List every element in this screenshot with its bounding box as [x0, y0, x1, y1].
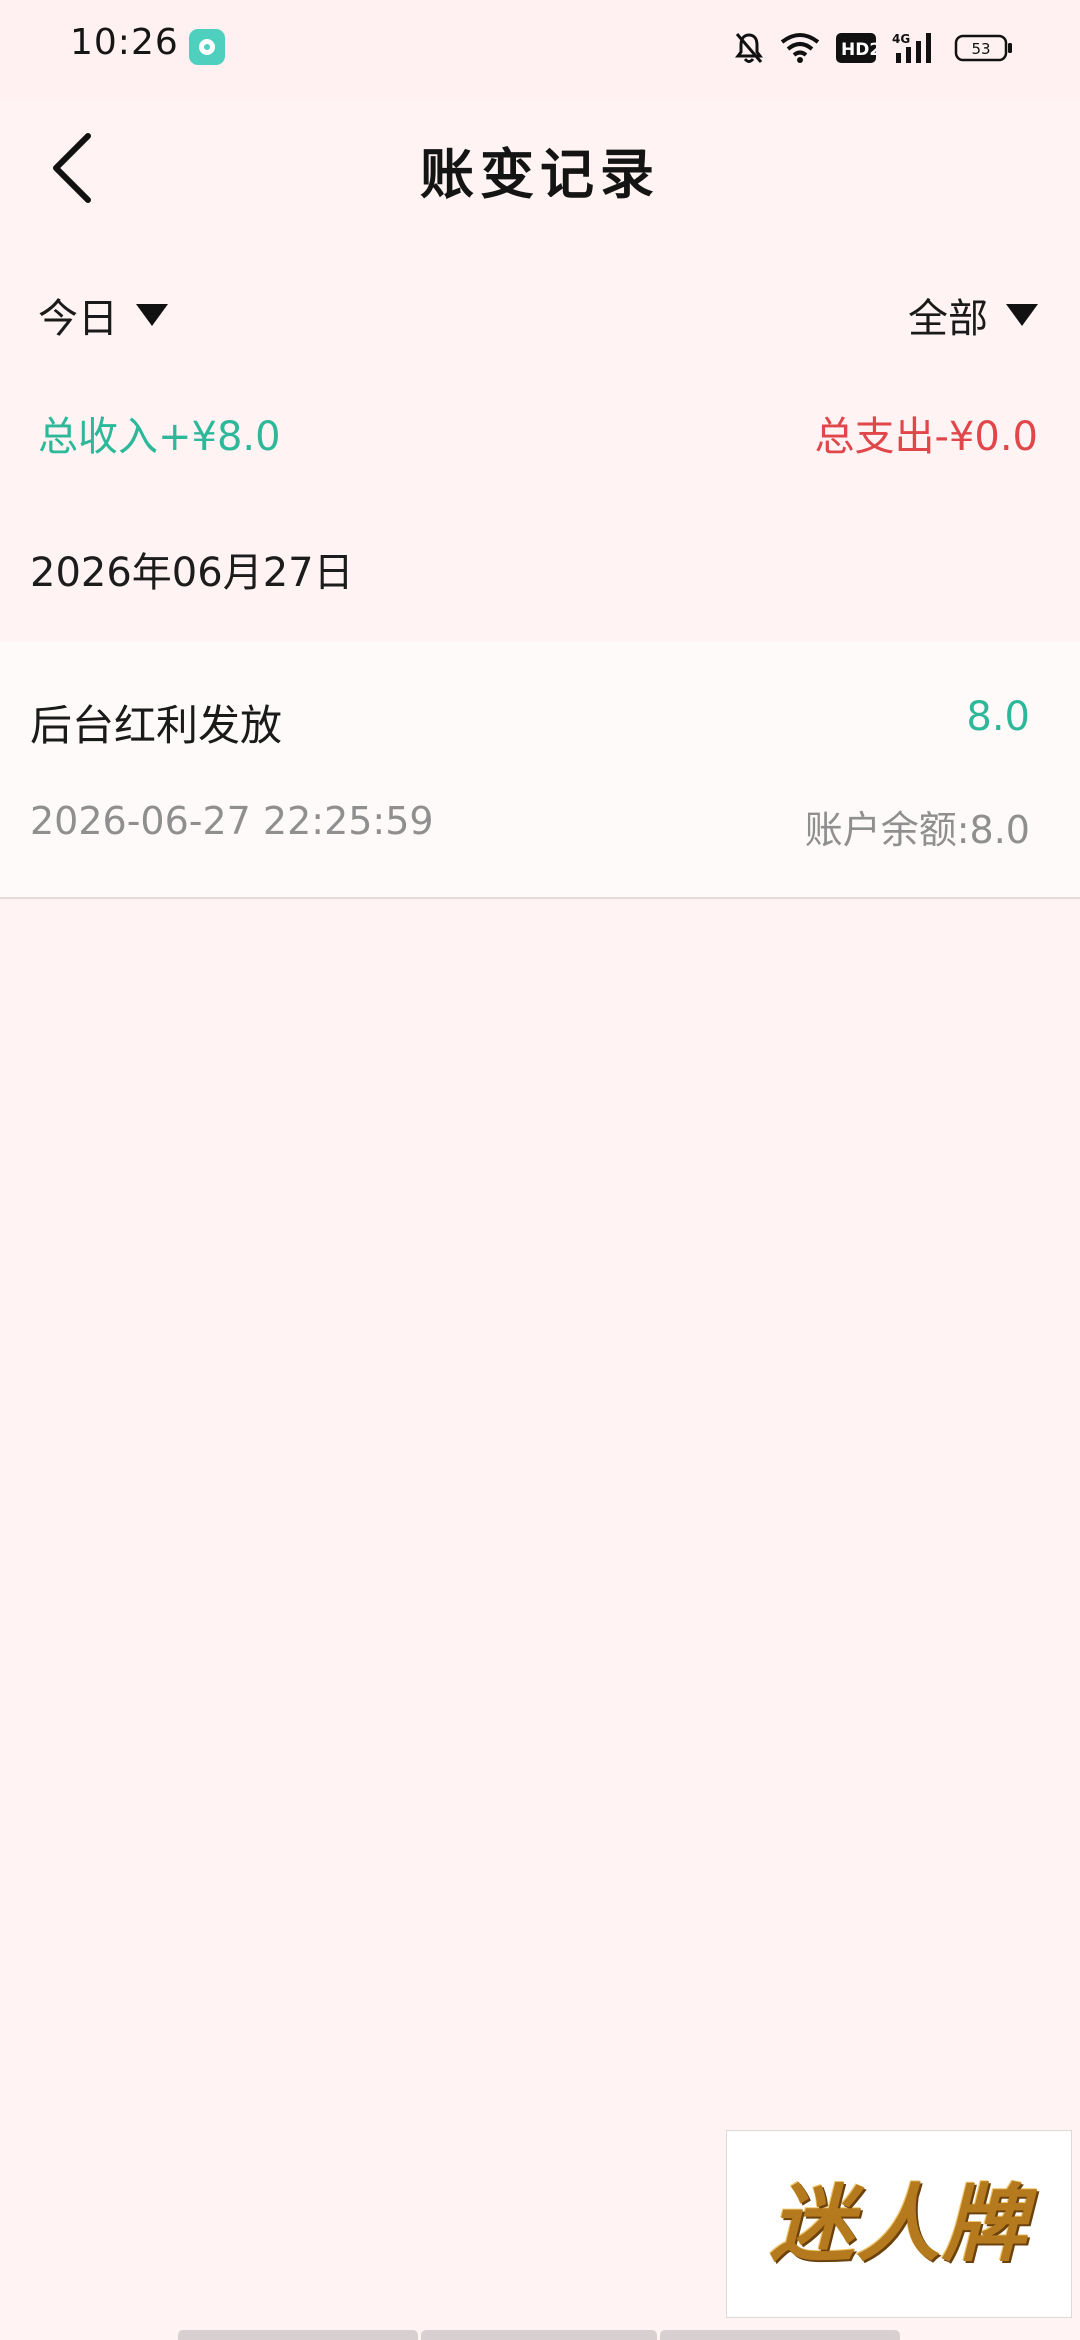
hd-badge-text: HD2 — [841, 40, 876, 60]
signal-icon: 4G — [892, 31, 938, 65]
type-filter-label: 全部 — [908, 296, 988, 342]
status-time: 10:26 — [70, 22, 179, 63]
battery-icon: 53 — [954, 33, 1014, 63]
hd-icon: HD2 — [836, 33, 876, 63]
wifi-icon — [780, 32, 820, 64]
transaction-amount: 8.0 — [966, 694, 1030, 740]
nav-indicator-segment — [178, 2330, 418, 2340]
page-title: 账变记录 — [420, 143, 660, 206]
status-bar: 10:26 HD2 4G 53 — [0, 0, 1080, 100]
transaction-time: 2026-06-27 22:25:59 — [30, 799, 434, 843]
network-label: 4G — [892, 32, 910, 46]
caret-down-icon — [1006, 304, 1038, 326]
transaction-title: 后台红利发放 — [30, 701, 283, 750]
period-filter-dropdown[interactable]: 今日 — [38, 285, 168, 345]
nav-indicator-segment — [421, 2330, 657, 2340]
total-expense: 总支出-¥0.0 — [814, 414, 1039, 460]
battery-level: 53 — [971, 40, 990, 58]
type-filter-dropdown[interactable]: 全部 — [908, 285, 1038, 345]
nav-indicator-segment — [660, 2330, 900, 2340]
brand-logo: 迷人牌 — [769, 2175, 1028, 2273]
account-balance: 账户余额:8.0 — [804, 808, 1030, 852]
status-icons: HD2 4G 53 — [734, 28, 1014, 68]
period-filter-label: 今日 — [38, 296, 118, 342]
total-income: 总收入+¥8.0 — [38, 414, 281, 460]
transaction-row[interactable]: 后台红利发放 8.0 2026-06-27 22:25:59 账户余额:8.0 — [0, 642, 1080, 899]
date-group-header: 2026年06月27日 — [30, 550, 354, 596]
app-notification-icon — [189, 29, 225, 65]
mute-bell-icon — [734, 31, 764, 65]
caret-down-icon — [136, 304, 168, 326]
brand-logo-widget[interactable]: 迷人牌 — [726, 2130, 1072, 2318]
